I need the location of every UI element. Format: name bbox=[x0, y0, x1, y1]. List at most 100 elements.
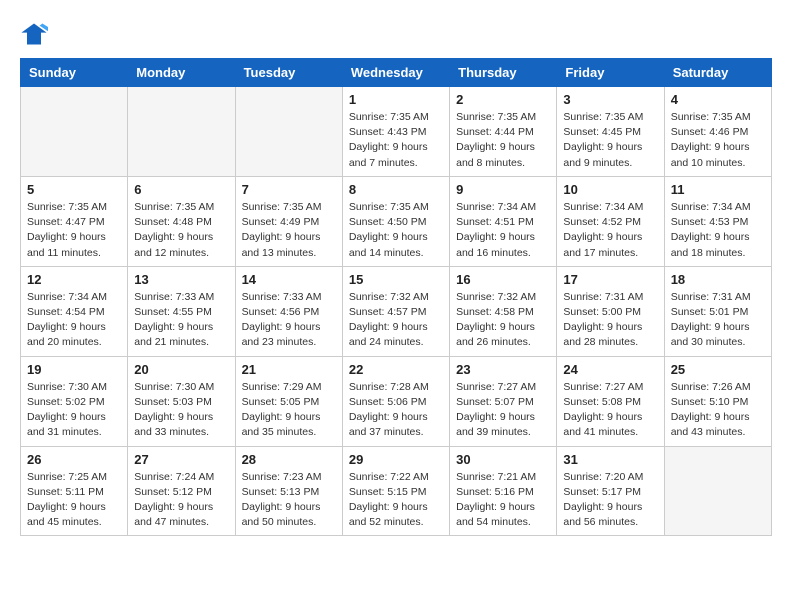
day-number: 28 bbox=[242, 452, 336, 467]
day-number: 13 bbox=[134, 272, 228, 287]
day-cell: 7 Sunrise: 7:35 AM Sunset: 4:49 PM Daylig… bbox=[235, 176, 342, 266]
day-number: 15 bbox=[349, 272, 443, 287]
calendar-table: SundayMondayTuesdayWednesdayThursdayFrid… bbox=[20, 58, 772, 536]
day-number: 29 bbox=[349, 452, 443, 467]
day-info: Sunrise: 7:34 AM Sunset: 4:51 PM Dayligh… bbox=[456, 200, 550, 261]
day-cell bbox=[235, 87, 342, 177]
day-cell: 30 Sunrise: 7:21 AM Sunset: 5:16 PM Dayli… bbox=[450, 446, 557, 536]
day-cell: 3Sunrise: 7:35 AM Sunset: 4:45 PM Daylig… bbox=[557, 87, 664, 177]
day-number: 26 bbox=[27, 452, 121, 467]
day-info: Sunrise: 7:20 AM Sunset: 5:17 PM Dayligh… bbox=[563, 470, 657, 531]
day-number: 8 bbox=[349, 182, 443, 197]
day-number: 25 bbox=[671, 362, 765, 377]
day-cell: 2 Sunrise: 7:35 AM Sunset: 4:44 PM Daylig… bbox=[450, 87, 557, 177]
day-number: 12 bbox=[27, 272, 121, 287]
day-number: 16 bbox=[456, 272, 550, 287]
day-info: Sunrise: 7:35 AM Sunset: 4:45 PM Dayligh… bbox=[563, 110, 657, 171]
day-info: Sunrise: 7:35 AM Sunset: 4:49 PM Dayligh… bbox=[242, 200, 336, 261]
header-sunday: Sunday bbox=[21, 59, 128, 87]
day-number: 23 bbox=[456, 362, 550, 377]
day-cell: 23 Sunrise: 7:27 AM Sunset: 5:07 PM Dayli… bbox=[450, 356, 557, 446]
day-info: Sunrise: 7:28 AM Sunset: 5:06 PM Dayligh… bbox=[349, 380, 443, 441]
day-info: Sunrise: 7:21 AM Sunset: 5:16 PM Dayligh… bbox=[456, 470, 550, 531]
day-cell: 12 Sunrise: 7:34 AM Sunset: 4:54 PM Dayli… bbox=[21, 266, 128, 356]
day-info: Sunrise: 7:22 AM Sunset: 5:15 PM Dayligh… bbox=[349, 470, 443, 531]
day-number: 4 bbox=[671, 92, 765, 107]
day-number: 19 bbox=[27, 362, 121, 377]
day-number: 31 bbox=[563, 452, 657, 467]
week-row-5: 26 Sunrise: 7:25 AM Sunset: 5:11 PM Dayli… bbox=[21, 446, 772, 536]
day-info: Sunrise: 7:34 AM Sunset: 4:54 PM Dayligh… bbox=[27, 290, 121, 351]
day-number: 30 bbox=[456, 452, 550, 467]
day-info: Sunrise: 7:34 AM Sunset: 4:52 PM Dayligh… bbox=[563, 200, 657, 261]
logo-icon bbox=[20, 20, 48, 48]
day-info: Sunrise: 7:35 AM Sunset: 4:47 PM Dayligh… bbox=[27, 200, 121, 261]
day-number: 18 bbox=[671, 272, 765, 287]
day-cell: 22 Sunrise: 7:28 AM Sunset: 5:06 PM Dayli… bbox=[342, 356, 449, 446]
day-info: Sunrise: 7:31 AM Sunset: 5:00 PM Dayligh… bbox=[563, 290, 657, 351]
day-number: 17 bbox=[563, 272, 657, 287]
day-cell: 31 Sunrise: 7:20 AM Sunset: 5:17 PM Dayli… bbox=[557, 446, 664, 536]
day-cell bbox=[128, 87, 235, 177]
header-friday: Friday bbox=[557, 59, 664, 87]
day-cell: 14 Sunrise: 7:33 AM Sunset: 4:56 PM Dayli… bbox=[235, 266, 342, 356]
header-saturday: Saturday bbox=[664, 59, 771, 87]
day-number: 22 bbox=[349, 362, 443, 377]
day-cell: 11Sunrise: 7:34 AM Sunset: 4:53 PM Dayli… bbox=[664, 176, 771, 266]
day-info: Sunrise: 7:29 AM Sunset: 5:05 PM Dayligh… bbox=[242, 380, 336, 441]
day-number: 9 bbox=[456, 182, 550, 197]
day-info: Sunrise: 7:33 AM Sunset: 4:56 PM Dayligh… bbox=[242, 290, 336, 351]
week-row-4: 19 Sunrise: 7:30 AM Sunset: 5:02 PM Dayli… bbox=[21, 356, 772, 446]
day-info: Sunrise: 7:25 AM Sunset: 5:11 PM Dayligh… bbox=[27, 470, 121, 531]
day-number: 5 bbox=[27, 182, 121, 197]
day-cell: 1 Sunrise: 7:35 AM Sunset: 4:43 PM Daylig… bbox=[342, 87, 449, 177]
day-cell: 21Sunrise: 7:29 AM Sunset: 5:05 PM Dayli… bbox=[235, 356, 342, 446]
day-cell: 4 Sunrise: 7:35 AM Sunset: 4:46 PM Daylig… bbox=[664, 87, 771, 177]
day-info: Sunrise: 7:35 AM Sunset: 4:44 PM Dayligh… bbox=[456, 110, 550, 171]
week-row-1: 1 Sunrise: 7:35 AM Sunset: 4:43 PM Daylig… bbox=[21, 87, 772, 177]
day-info: Sunrise: 7:32 AM Sunset: 4:57 PM Dayligh… bbox=[349, 290, 443, 351]
day-number: 7 bbox=[242, 182, 336, 197]
day-cell: 24 Sunrise: 7:27 AM Sunset: 5:08 PM Dayli… bbox=[557, 356, 664, 446]
day-cell bbox=[21, 87, 128, 177]
day-number: 1 bbox=[349, 92, 443, 107]
day-cell: 9 Sunrise: 7:34 AM Sunset: 4:51 PM Daylig… bbox=[450, 176, 557, 266]
day-info: Sunrise: 7:35 AM Sunset: 4:43 PM Dayligh… bbox=[349, 110, 443, 171]
header-tuesday: Tuesday bbox=[235, 59, 342, 87]
day-cell: 5 Sunrise: 7:35 AM Sunset: 4:47 PM Daylig… bbox=[21, 176, 128, 266]
day-cell: 15 Sunrise: 7:32 AM Sunset: 4:57 PM Dayli… bbox=[342, 266, 449, 356]
day-cell: 27Sunrise: 7:24 AM Sunset: 5:12 PM Dayli… bbox=[128, 446, 235, 536]
day-cell: 26 Sunrise: 7:25 AM Sunset: 5:11 PM Dayli… bbox=[21, 446, 128, 536]
day-cell: 13 Sunrise: 7:33 AM Sunset: 4:55 PM Dayli… bbox=[128, 266, 235, 356]
day-info: Sunrise: 7:27 AM Sunset: 5:08 PM Dayligh… bbox=[563, 380, 657, 441]
day-info: Sunrise: 7:26 AM Sunset: 5:10 PM Dayligh… bbox=[671, 380, 765, 441]
week-row-3: 12 Sunrise: 7:34 AM Sunset: 4:54 PM Dayli… bbox=[21, 266, 772, 356]
header-wednesday: Wednesday bbox=[342, 59, 449, 87]
header-monday: Monday bbox=[128, 59, 235, 87]
day-cell: 8Sunrise: 7:35 AM Sunset: 4:50 PM Daylig… bbox=[342, 176, 449, 266]
day-number: 27 bbox=[134, 452, 228, 467]
day-cell: 10Sunrise: 7:34 AM Sunset: 4:52 PM Dayli… bbox=[557, 176, 664, 266]
day-info: Sunrise: 7:35 AM Sunset: 4:46 PM Dayligh… bbox=[671, 110, 765, 171]
day-info: Sunrise: 7:30 AM Sunset: 5:02 PM Dayligh… bbox=[27, 380, 121, 441]
day-cell: 6Sunrise: 7:35 AM Sunset: 4:48 PM Daylig… bbox=[128, 176, 235, 266]
day-info: Sunrise: 7:31 AM Sunset: 5:01 PM Dayligh… bbox=[671, 290, 765, 351]
logo bbox=[20, 20, 50, 48]
day-info: Sunrise: 7:32 AM Sunset: 4:58 PM Dayligh… bbox=[456, 290, 550, 351]
day-info: Sunrise: 7:27 AM Sunset: 5:07 PM Dayligh… bbox=[456, 380, 550, 441]
week-row-2: 5 Sunrise: 7:35 AM Sunset: 4:47 PM Daylig… bbox=[21, 176, 772, 266]
day-cell: 16 Sunrise: 7:32 AM Sunset: 4:58 PM Dayli… bbox=[450, 266, 557, 356]
header-thursday: Thursday bbox=[450, 59, 557, 87]
day-number: 14 bbox=[242, 272, 336, 287]
day-number: 2 bbox=[456, 92, 550, 107]
day-cell: 28Sunrise: 7:23 AM Sunset: 5:13 PM Dayli… bbox=[235, 446, 342, 536]
day-cell: 20Sunrise: 7:30 AM Sunset: 5:03 PM Dayli… bbox=[128, 356, 235, 446]
day-number: 24 bbox=[563, 362, 657, 377]
day-cell: 29 Sunrise: 7:22 AM Sunset: 5:15 PM Dayli… bbox=[342, 446, 449, 536]
day-info: Sunrise: 7:33 AM Sunset: 4:55 PM Dayligh… bbox=[134, 290, 228, 351]
day-info: Sunrise: 7:34 AM Sunset: 4:53 PM Dayligh… bbox=[671, 200, 765, 261]
day-number: 20 bbox=[134, 362, 228, 377]
day-cell bbox=[664, 446, 771, 536]
day-cell: 18 Sunrise: 7:31 AM Sunset: 5:01 PM Dayli… bbox=[664, 266, 771, 356]
day-info: Sunrise: 7:35 AM Sunset: 4:48 PM Dayligh… bbox=[134, 200, 228, 261]
